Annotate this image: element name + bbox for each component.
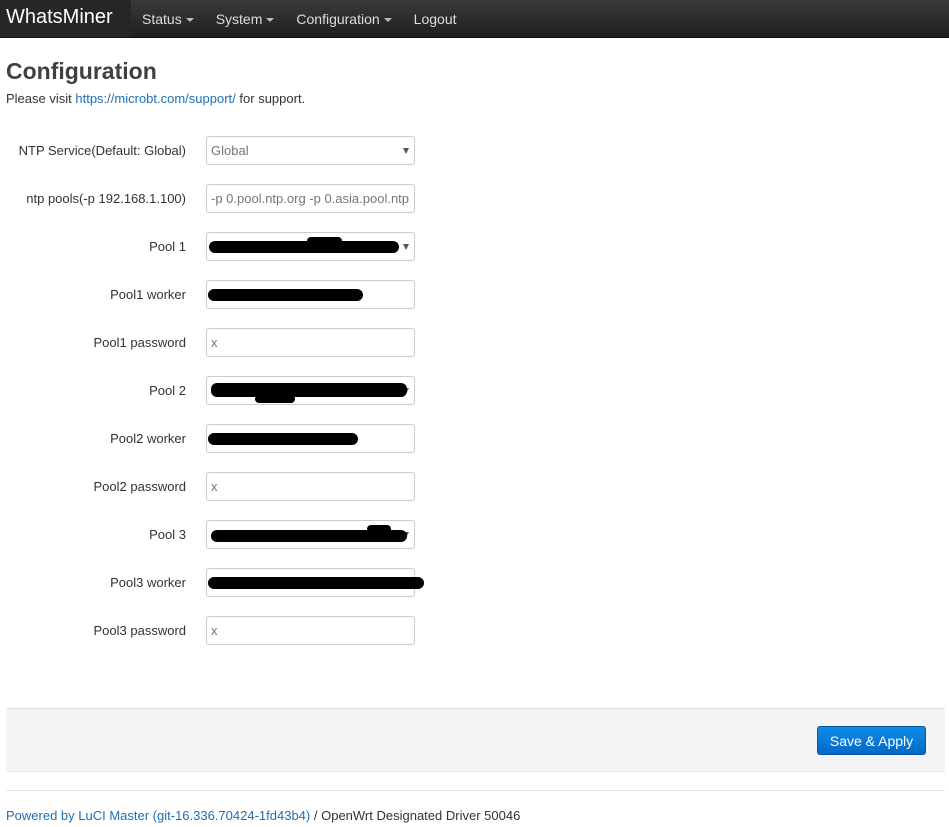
luci-link[interactable]: Powered by LuCI Master (git-16.336.70424…	[6, 808, 310, 823]
top-navbar: WhatsMiner Status System Configuration L…	[0, 0, 949, 38]
nav-configuration[interactable]: Configuration	[285, 0, 402, 37]
redaction-mark	[208, 577, 424, 589]
row-pool3-worker: Pool3 worker	[0, 568, 949, 598]
row-pool2-password: Pool2 password	[0, 472, 949, 502]
dropdown-arrow-icon	[403, 148, 409, 154]
pool1-password-input[interactable]	[206, 328, 415, 357]
ntp-service-label: NTP Service(Default: Global)	[18, 143, 186, 158]
pool3-worker-label: Pool3 worker	[110, 575, 186, 590]
redaction-mark	[211, 383, 407, 397]
row-pool3: Pool 3	[0, 520, 949, 550]
redaction-mark	[208, 433, 358, 445]
caret-down-icon	[185, 17, 194, 22]
openwrt-version: / OpenWrt Designated Driver 50046	[313, 808, 521, 823]
support-suffix: for support.	[239, 91, 306, 106]
row-pool1-password: Pool1 password	[0, 328, 949, 358]
support-link[interactable]: https://microbt.com/support/	[75, 91, 235, 106]
ntp-service-value: Global	[211, 143, 249, 158]
ntp-service-select[interactable]: Global	[206, 136, 415, 165]
pool2-select[interactable]	[206, 376, 415, 405]
row-ntp-service: NTP Service(Default: Global) Global	[0, 136, 949, 166]
pool2-password-input[interactable]	[206, 472, 415, 501]
pool2-password-label: Pool2 password	[93, 479, 187, 494]
nav-logout[interactable]: Logout	[403, 0, 468, 37]
pool2-label: Pool 2	[149, 383, 186, 398]
caret-down-icon	[383, 17, 392, 22]
nav-menu: Status System Configuration Logout	[131, 0, 468, 37]
save-apply-button[interactable]: Save & Apply	[817, 726, 926, 755]
pool3-password-label: Pool3 password	[93, 623, 187, 638]
nav-system-label: System	[215, 10, 263, 27]
form-actions-bar: Save & Apply	[6, 708, 945, 772]
row-ntp-pools: ntp pools(-p 192.168.1.100)	[0, 184, 949, 214]
page-title: Configuration	[6, 58, 157, 84]
ntp-pools-label: ntp pools(-p 192.168.1.100)	[26, 191, 186, 206]
redaction-mark	[367, 525, 391, 533]
pool1-password-label: Pool1 password	[93, 335, 187, 350]
nav-configuration-label: Configuration	[296, 10, 380, 27]
nav-status[interactable]: Status	[131, 0, 205, 37]
pool3-select[interactable]	[206, 520, 415, 549]
dropdown-arrow-icon	[403, 244, 409, 250]
pool2-worker-label: Pool2 worker	[110, 431, 186, 446]
redaction-mark	[255, 395, 295, 403]
pool3-password-input[interactable]	[206, 616, 415, 645]
row-pool1-worker: Pool1 worker	[0, 280, 949, 310]
nav-logout-label: Logout	[413, 10, 457, 27]
pool3-label: Pool 3	[149, 527, 186, 542]
caret-down-icon	[266, 17, 275, 22]
row-pool1: Pool 1	[0, 232, 949, 262]
pool1-label: Pool 1	[149, 239, 186, 254]
row-pool2-worker: Pool2 worker	[0, 424, 949, 454]
redaction-mark	[208, 289, 363, 301]
support-text: Please visit https://microbt.com/support…	[6, 91, 305, 106]
footer-divider	[6, 790, 945, 791]
powered-by: Powered by LuCI Master (git-16.336.70424…	[6, 808, 520, 823]
row-pool3-password: Pool3 password	[0, 616, 949, 646]
brand-logo[interactable]: WhatsMiner	[0, 0, 131, 37]
ntp-pools-input[interactable]	[206, 184, 415, 213]
row-pool2: Pool 2	[0, 376, 949, 406]
redaction-mark	[307, 237, 342, 245]
support-prefix: Please visit	[6, 91, 72, 106]
redaction-mark	[209, 241, 399, 253]
nav-status-label: Status	[142, 10, 182, 27]
pool1-select[interactable]	[206, 232, 415, 261]
pool1-worker-label: Pool1 worker	[110, 287, 186, 302]
nav-system[interactable]: System	[205, 0, 286, 37]
